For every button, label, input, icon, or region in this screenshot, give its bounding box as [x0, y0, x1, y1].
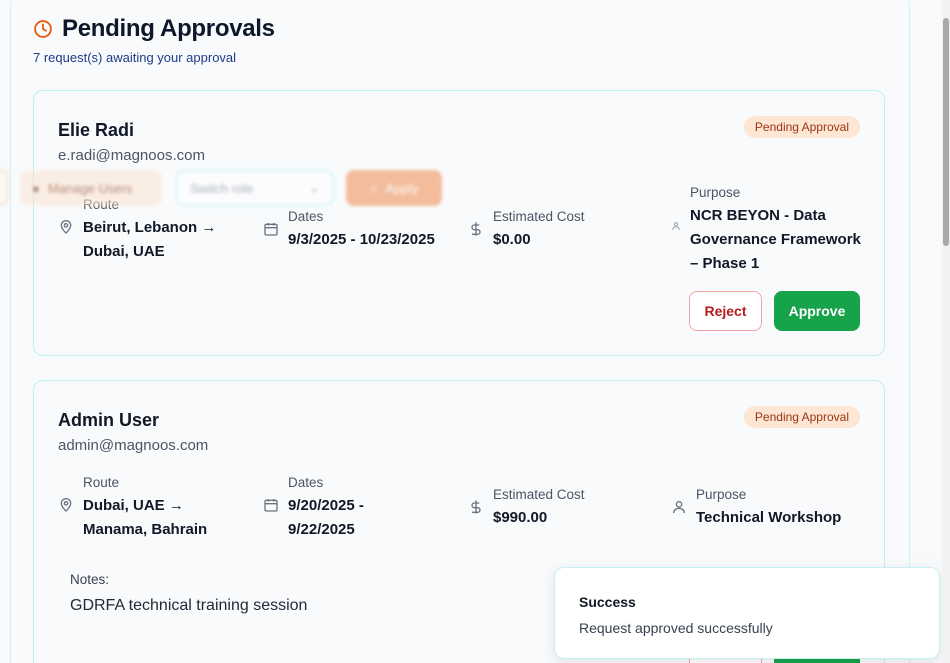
- toolbar-edge[interactable]: [0, 170, 8, 204]
- approve-button[interactable]: Approve: [774, 291, 860, 331]
- dollar-icon: [471, 222, 481, 236]
- map-pin-icon: [60, 498, 72, 512]
- purpose-field: Purpose Technical Workshop: [671, 487, 841, 530]
- requester-email: admin@magnoos.com: [58, 437, 209, 454]
- route-field: Route Dubai, UAE → Manama, Bahrain: [58, 475, 207, 542]
- cost-field: Estimated Cost $0.00: [468, 209, 585, 252]
- success-toast: Success Request approved successfully: [554, 567, 940, 659]
- dates-value: 9/20/2025 -: [288, 497, 364, 514]
- scrollbar-thumb[interactable]: [943, 18, 949, 246]
- reject-button[interactable]: Reject: [689, 291, 762, 331]
- chevron-down-icon: ⌄: [309, 180, 320, 195]
- user-icon: [672, 222, 680, 230]
- cost-field: Estimated Cost $990.00: [468, 487, 585, 530]
- map-pin-icon: [60, 220, 72, 234]
- request-card: Elie Radi e.radi@magnoos.com Pending App…: [33, 90, 885, 356]
- route-value: Beirut, Lebanon →: [83, 219, 217, 236]
- scrollbar[interactable]: [942, 0, 950, 663]
- calendar-icon: [264, 499, 278, 512]
- dollar-icon: [471, 500, 481, 514]
- users-icon: ●: [32, 180, 40, 196]
- calendar-icon: [264, 223, 278, 236]
- cost-value: $990.00: [493, 509, 548, 526]
- status-badge: Pending Approval: [743, 406, 860, 428]
- toast-title: Success: [579, 594, 636, 610]
- cost-value: $0.00: [493, 231, 531, 248]
- dates-field: Dates 9/3/2025 - 10/23/2025: [263, 209, 435, 252]
- switch-role-select[interactable]: Switch role ⌄: [176, 170, 334, 206]
- dates-value: 9/3/2025 - 10/23/2025: [288, 231, 435, 248]
- requester-email: e.radi@magnoos.com: [58, 147, 205, 164]
- status-badge: Pending Approval: [743, 116, 860, 138]
- apply-icon: ○: [369, 180, 378, 196]
- page-header: Pending Approvals 7 request(s) awaiting …: [33, 15, 275, 65]
- notes-label: Notes:: [70, 572, 110, 587]
- requester-name: Elie Radi: [58, 120, 135, 140]
- clock-icon: [34, 20, 52, 38]
- purpose-field: Purpose NCR BEYON - Data Governance Fram…: [671, 185, 861, 276]
- dates-field: Dates 9/20/2025 - 9/22/2025: [263, 475, 364, 542]
- page-subtitle: 7 request(s) awaiting your approval: [33, 50, 237, 65]
- toast-message: Request approved successfully: [579, 620, 773, 636]
- apply-button[interactable]: ○ Apply: [346, 170, 442, 206]
- page-title: Pending Approvals: [62, 15, 275, 42]
- user-icon: [673, 501, 685, 514]
- requester-name: Admin User: [58, 410, 160, 430]
- notes-value: GDRFA technical training session: [70, 597, 308, 614]
- route-value: Dubai, UAE →: [83, 497, 184, 514]
- floating-toolbar: ● Manage Users Switch role ⌄ ○ Apply: [0, 168, 460, 208]
- purpose-value: Technical Workshop: [696, 509, 842, 526]
- manage-users-button[interactable]: ● Manage Users: [20, 170, 162, 206]
- purpose-value: NCR BEYON - Data: [690, 207, 826, 224]
